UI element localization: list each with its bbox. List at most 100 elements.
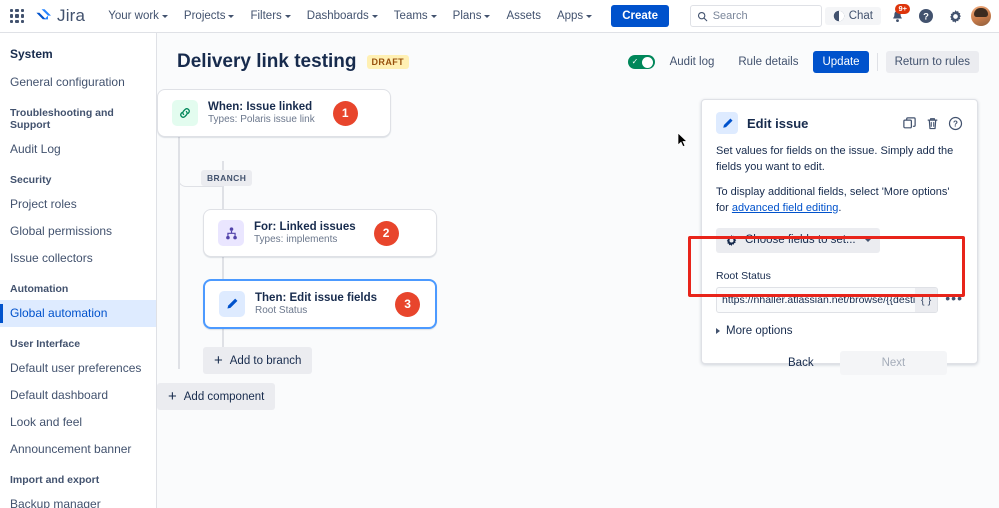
back-button[interactable]: Back: [776, 351, 826, 375]
create-button[interactable]: Create: [611, 5, 669, 27]
copy-icon[interactable]: [902, 116, 917, 131]
panel-description-secondary: To display additional fields, select 'Mo…: [716, 185, 963, 217]
page-actions: ✓ Audit log Rule details Update Return t…: [627, 51, 979, 73]
nav-item-label: Your work: [108, 10, 159, 22]
smart-value-button[interactable]: { }: [914, 287, 938, 312]
nav-item-plans[interactable]: Plans: [446, 5, 498, 27]
root-status-input[interactable]: https://nhaller.atlassian.net/browse/{{d…: [716, 286, 939, 313]
rule-details-button[interactable]: Rule details: [729, 51, 807, 73]
choose-fields-label: Choose fields to set...: [745, 234, 856, 247]
choose-fields-dropdown[interactable]: Choose fields to set...: [716, 227, 880, 253]
svg-text:?: ?: [953, 119, 958, 128]
root-status-field-row: https://nhaller.atlassian.net/browse/{{d…: [716, 286, 963, 313]
more-options-expander[interactable]: More options: [716, 325, 963, 337]
chevron-down-icon: [430, 14, 437, 18]
pencil-icon: [219, 291, 245, 317]
apps-grid-icon[interactable]: [8, 7, 26, 25]
nav-item-label: Teams: [393, 10, 428, 22]
step-number-badge: 1: [332, 100, 358, 126]
sidebar-item-issue-collectors[interactable]: Issue collectors: [0, 245, 156, 272]
nav-item-filters[interactable]: Filters: [243, 5, 297, 27]
notifications-button[interactable]: 9+: [884, 3, 910, 29]
flow-node-subtitle: Root Status: [255, 305, 308, 316]
chat-button[interactable]: Chat: [824, 7, 881, 25]
root-status-field-label: Root Status: [716, 269, 771, 282]
nav-item-teams[interactable]: Teams: [387, 5, 444, 27]
sidebar-group-user-interface: User Interface: [10, 338, 81, 350]
panel-tool-buttons: ?: [902, 116, 963, 131]
sidebar-group-automation: Automation: [10, 283, 69, 295]
step-number-badge: 2: [373, 220, 399, 246]
sidebar-item-project-roles[interactable]: Project roles: [0, 191, 156, 218]
chevron-down-icon: [161, 14, 168, 18]
settings-sidebar: System General configuration Troubleshoo…: [0, 33, 157, 508]
sidebar-item-default-user-preferences[interactable]: Default user preferences: [0, 355, 156, 382]
field-more-menu-icon[interactable]: •••: [945, 291, 963, 309]
settings-button[interactable]: [942, 3, 968, 29]
page-title: Delivery link testing: [177, 51, 357, 72]
nav-item-assets[interactable]: Assets: [499, 5, 548, 27]
sidebar-item-global-automation[interactable]: Global automation: [0, 300, 156, 327]
sidebar-group-troubleshooting: Troubleshooting and Support: [10, 107, 114, 131]
sidebar-item-global-permissions[interactable]: Global permissions: [0, 218, 156, 245]
flow-node-trigger[interactable]: When: Issue linked Types: Polaris issue …: [157, 89, 391, 137]
top-navigation-bar: Jira Your work Projects Filters Dashboar…: [0, 0, 999, 33]
root-status-input-value: https://nhaller.atlassian.net/browse/{{d…: [722, 293, 915, 306]
svg-text:?: ?: [923, 12, 929, 23]
check-icon: ✓: [631, 57, 639, 66]
trash-icon[interactable]: [925, 116, 940, 131]
nav-right-cluster: Search Chat 9+ ?: [689, 3, 999, 29]
rule-enabled-toggle[interactable]: ✓: [627, 55, 655, 69]
jira-logo[interactable]: Jira: [36, 6, 85, 26]
chat-icon: [833, 10, 844, 22]
help-button[interactable]: ?: [913, 3, 939, 29]
sidebar-item-look-and-feel[interactable]: Look and feel: [0, 409, 156, 436]
nav-item-label: Dashboards: [306, 10, 369, 22]
edit-issue-config-panel: Edit issue ? Set values for fields on th…: [688, 99, 978, 375]
sidebar-item-announcement-banner[interactable]: Announcement banner: [0, 436, 156, 463]
search-input[interactable]: Search: [689, 5, 822, 27]
add-to-branch-button[interactable]: + Add to branch: [203, 347, 313, 374]
nav-item-your-work[interactable]: Your work: [101, 5, 175, 27]
sidebar-item-default-dashboard[interactable]: Default dashboard: [0, 382, 156, 409]
advanced-field-editing-link[interactable]: advanced field editing: [732, 202, 838, 214]
branch-tree-icon: [218, 220, 244, 246]
flow-node-subtitle: Types: implements: [254, 234, 338, 245]
link-icon: [172, 100, 198, 126]
flow-node-branch[interactable]: For: Linked issues Types: implements 2: [203, 209, 437, 257]
add-to-branch-label: Add to branch: [229, 354, 302, 367]
return-to-rules-button[interactable]: Return to rules: [885, 51, 979, 73]
sidebar-group-import-export: Import and export: [10, 474, 100, 486]
avatar[interactable]: [971, 6, 991, 26]
nav-item-apps[interactable]: Apps: [550, 5, 599, 27]
update-button[interactable]: Update: [813, 51, 869, 73]
panel-title: Edit issue: [747, 115, 809, 131]
gear-icon: [726, 234, 737, 246]
nav-item-label: Filters: [250, 10, 282, 22]
search-placeholder: Search: [712, 10, 748, 22]
step-number-badge: 3: [395, 291, 421, 317]
sidebar-item-general-configuration[interactable]: General configuration: [0, 69, 156, 96]
plus-icon: +: [214, 352, 223, 369]
status-badge: DRAFT: [366, 55, 410, 69]
notification-count-badge: 9+: [895, 4, 910, 14]
plus-icon: +: [168, 388, 177, 405]
next-button: Next: [839, 350, 948, 375]
pencil-icon: [716, 112, 738, 134]
flow-node-text: Then: Edit issue fields Root Status: [255, 292, 377, 316]
toolbar-divider: [876, 53, 878, 71]
gear-icon: [949, 9, 961, 23]
chevron-down-icon: [284, 14, 291, 18]
sidebar-item-backup-manager[interactable]: Backup manager: [0, 491, 156, 508]
sidebar-item-audit-log[interactable]: Audit Log: [0, 136, 156, 163]
nav-item-projects[interactable]: Projects: [177, 5, 242, 27]
panel-footer: Back Next: [716, 350, 963, 375]
add-component-button[interactable]: + Add component: [157, 383, 276, 410]
nav-item-dashboards[interactable]: Dashboards: [300, 5, 385, 27]
flow-node-action-edit-issue[interactable]: Then: Edit issue fields Root Status 3: [203, 279, 437, 329]
panel-header: Edit issue ?: [716, 112, 963, 134]
flow-node-text: When: Issue linked Types: Polaris issue …: [208, 101, 315, 125]
flow-node-title: Then: Edit issue fields: [255, 292, 378, 304]
help-circle-icon[interactable]: ?: [948, 116, 963, 131]
audit-log-button[interactable]: Audit log: [661, 51, 724, 73]
